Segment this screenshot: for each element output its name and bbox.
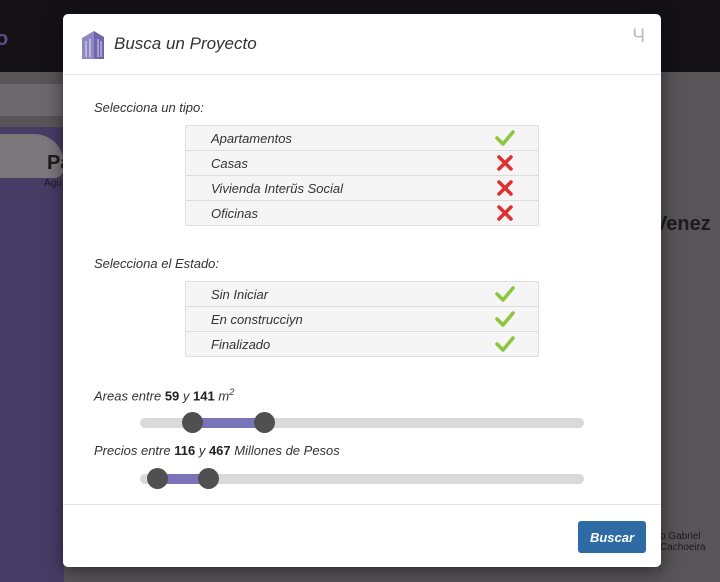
- price-max-handle[interactable]: [197, 468, 219, 489]
- area-range-label: Areas entre 59 y 141 m2: [94, 387, 234, 403]
- state-option-label: Finalizado: [211, 337, 271, 352]
- price-prefix: Precios entre: [94, 443, 171, 458]
- price-max-value: 467: [208, 443, 231, 458]
- check-icon: [495, 311, 515, 327]
- price-min-value: 116: [174, 443, 196, 458]
- building-icon: [82, 31, 104, 59]
- search-button[interactable]: Buscar: [578, 521, 646, 553]
- state-option-finalizado[interactable]: Finalizado: [186, 332, 538, 356]
- area-prefix: Areas entre: [94, 388, 162, 404]
- price-min-handle[interactable]: [146, 468, 168, 489]
- price-range-label: Precios entre 116 y 467 Millones de Peso…: [94, 443, 340, 458]
- type-section-label: Selecciona un tipo:: [94, 100, 204, 115]
- modal-header: Busca un Proyecto Ч: [63, 14, 661, 75]
- cross-icon: [497, 155, 513, 171]
- close-button[interactable]: Ч: [632, 26, 645, 48]
- search-project-modal: Busca un Proyecto Ч Selecciona un tipo: …: [63, 14, 661, 567]
- state-option-label: En construcciуn: [211, 312, 303, 327]
- type-list: Apartamentos Casas Vivienda Interйs Soci…: [185, 125, 539, 226]
- type-option-label: Vivienda Interйs Social: [211, 181, 344, 196]
- state-list: Sin Iniciar En construcciуn Finalizado: [185, 281, 539, 357]
- app-logo: o: [0, 28, 9, 50]
- check-icon: [495, 286, 515, 302]
- price-range-slider[interactable]: [140, 468, 584, 489]
- type-option-oficinas[interactable]: Oficinas: [186, 201, 538, 225]
- cross-icon: [497, 205, 513, 221]
- map-label-country-right: Venez: [654, 213, 711, 235]
- price-unit: Millones de Pesos: [234, 443, 340, 458]
- area-unit-exponent: 2: [229, 387, 235, 397]
- state-option-en-construccion[interactable]: En construcciуn: [186, 307, 538, 332]
- state-option-sin-iniciar[interactable]: Sin Iniciar: [186, 282, 538, 307]
- area-range-slider[interactable]: [140, 412, 584, 433]
- cross-icon: [497, 180, 513, 196]
- area-min-value: 59: [164, 388, 180, 404]
- map-search-bar: [0, 84, 64, 116]
- type-option-apartamentos[interactable]: Apartamentos: [186, 126, 538, 151]
- type-option-label: Casas: [211, 156, 248, 171]
- type-option-label: Oficinas: [211, 206, 258, 221]
- area-max-handle[interactable]: [254, 412, 276, 433]
- type-option-label: Apartamentos: [211, 131, 292, 146]
- modal-footer: Buscar: [63, 504, 661, 568]
- area-unit: m: [218, 388, 230, 404]
- price-joiner: y: [198, 443, 206, 458]
- state-option-label: Sin Iniciar: [211, 287, 269, 302]
- type-option-vivienda[interactable]: Vivienda Interйs Social: [186, 176, 538, 201]
- map-label-city-bottom: o Gabriel Cachoeira: [660, 531, 706, 553]
- map-label-city-left: Agu: [44, 178, 62, 189]
- state-section-label: Selecciona el Estado:: [94, 256, 220, 271]
- area-joiner: y: [182, 388, 190, 404]
- check-icon: [495, 130, 515, 146]
- modal-title: Busca un Proyecto: [114, 34, 257, 53]
- map-highlight-region: [0, 127, 64, 582]
- check-icon: [495, 336, 515, 352]
- area-max-value: 141: [193, 388, 215, 404]
- type-option-casas[interactable]: Casas: [186, 151, 538, 176]
- area-min-handle[interactable]: [182, 412, 204, 433]
